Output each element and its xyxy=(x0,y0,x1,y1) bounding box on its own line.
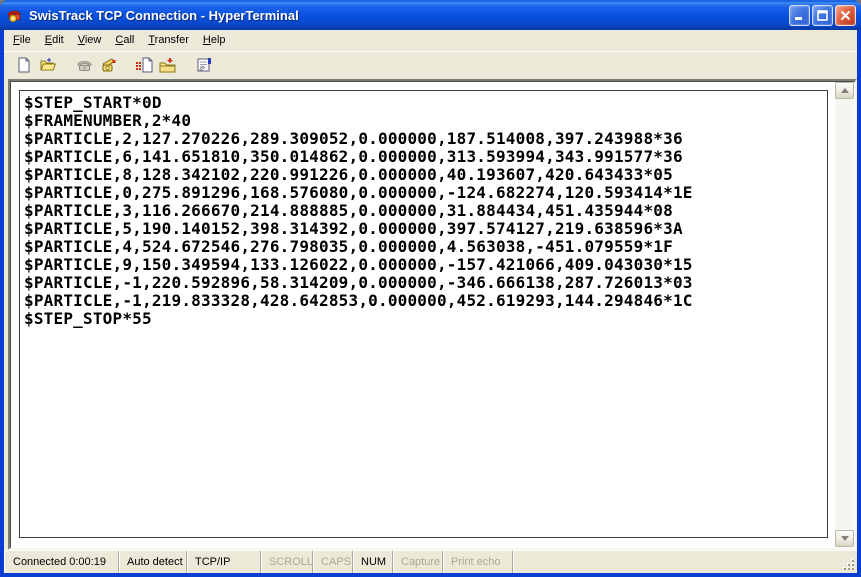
terminal-line: $PARTICLE,4,524.672546,276.798035,0.0000… xyxy=(24,238,827,256)
chevron-down-icon xyxy=(841,536,849,541)
status-num-lock: NUM xyxy=(353,551,393,573)
menu-edit[interactable]: Edit xyxy=(38,31,71,50)
hyperterminal-window: SwisTrack TCP Connection - HyperTerminal… xyxy=(0,0,861,577)
resize-grip[interactable] xyxy=(842,558,855,571)
disconnect-icon xyxy=(100,57,117,73)
status-connection: Connected 0:00:19 xyxy=(4,551,119,573)
terminal-screen[interactable]: $STEP_START*0D $FRAMENUMBER,2*40 $PARTIC… xyxy=(19,90,828,538)
close-button[interactable] xyxy=(835,5,856,26)
window-content: File Edit View Call Transfer Help xyxy=(4,30,857,573)
scroll-down-button[interactable] xyxy=(835,530,854,547)
status-scroll-lock: SCROLL xyxy=(261,551,313,573)
terminal-viewport: $STEP_START*0D $FRAMENUMBER,2*40 $PARTIC… xyxy=(4,78,857,550)
disconnect-button[interactable] xyxy=(96,54,120,76)
receive-button[interactable] xyxy=(156,54,180,76)
send-icon xyxy=(135,57,153,73)
scroll-up-button[interactable] xyxy=(835,82,854,99)
statusbar: Connected 0:00:19 Auto detect TCP/IP SCR… xyxy=(4,550,857,573)
menu-file[interactable]: File xyxy=(6,31,38,50)
terminal-panel: $STEP_START*0D $FRAMENUMBER,2*40 $PARTIC… xyxy=(8,79,857,550)
toolbar xyxy=(4,51,857,78)
call-button[interactable] xyxy=(72,54,96,76)
status-emulation: Auto detect xyxy=(119,551,187,573)
terminal-line: $PARTICLE,-1,220.592896,58.314209,0.0000… xyxy=(24,274,827,292)
properties-button[interactable] xyxy=(192,54,216,76)
menubar: File Edit View Call Transfer Help xyxy=(4,30,857,51)
minimize-icon xyxy=(794,10,805,21)
terminal-line: $STEP_STOP*55 xyxy=(24,310,827,328)
terminal-line: $FRAMENUMBER,2*40 xyxy=(24,112,827,130)
hyperterminal-app-icon xyxy=(6,6,24,24)
minimize-button[interactable] xyxy=(789,5,810,26)
status-protocol: TCP/IP xyxy=(187,551,261,573)
maximize-button[interactable] xyxy=(812,5,833,26)
window-title: SwisTrack TCP Connection - HyperTerminal xyxy=(29,8,789,23)
scrollbar-track[interactable] xyxy=(835,99,854,530)
terminal-line: $PARTICLE,-1,219.833328,428.642853,0.000… xyxy=(24,292,827,310)
call-icon xyxy=(76,57,93,73)
status-caps-lock: CAPS xyxy=(313,551,353,573)
maximize-icon xyxy=(817,10,828,21)
new-connection-icon xyxy=(16,57,32,73)
terminal-line: $PARTICLE,2,127.270226,289.309052,0.0000… xyxy=(24,130,827,148)
send-button[interactable] xyxy=(132,54,156,76)
menu-help[interactable]: Help xyxy=(196,31,233,50)
status-print-echo: Print echo xyxy=(443,551,513,573)
terminal-line: $PARTICLE,5,190.140152,398.314392,0.0000… xyxy=(24,220,827,238)
status-spacer xyxy=(513,551,857,573)
titlebar[interactable]: SwisTrack TCP Connection - HyperTerminal xyxy=(0,0,861,30)
menu-call[interactable]: Call xyxy=(108,31,141,50)
open-icon xyxy=(39,57,57,73)
terminal-line: $PARTICLE,9,150.349594,133.126022,0.0000… xyxy=(24,256,827,274)
terminal-line: $PARTICLE,8,128.342102,220.991226,0.0000… xyxy=(24,166,827,184)
terminal-line: $STEP_START*0D xyxy=(24,94,827,112)
receive-icon xyxy=(159,57,177,73)
terminal-line: $PARTICLE,3,116.266670,214.888885,0.0000… xyxy=(24,202,827,220)
status-capture: Capture xyxy=(393,551,443,573)
terminal-line: $PARTICLE,0,275.891296,168.576080,0.0000… xyxy=(24,184,827,202)
close-icon xyxy=(840,10,851,21)
open-button[interactable] xyxy=(36,54,60,76)
menu-view[interactable]: View xyxy=(71,31,109,50)
menu-transfer[interactable]: Transfer xyxy=(141,31,196,50)
terminal-line: $PARTICLE,6,141.651810,350.014862,0.0000… xyxy=(24,148,827,166)
chevron-up-icon xyxy=(841,88,849,93)
new-connection-button[interactable] xyxy=(12,54,36,76)
vertical-scrollbar[interactable] xyxy=(835,82,854,547)
properties-icon xyxy=(196,57,213,73)
